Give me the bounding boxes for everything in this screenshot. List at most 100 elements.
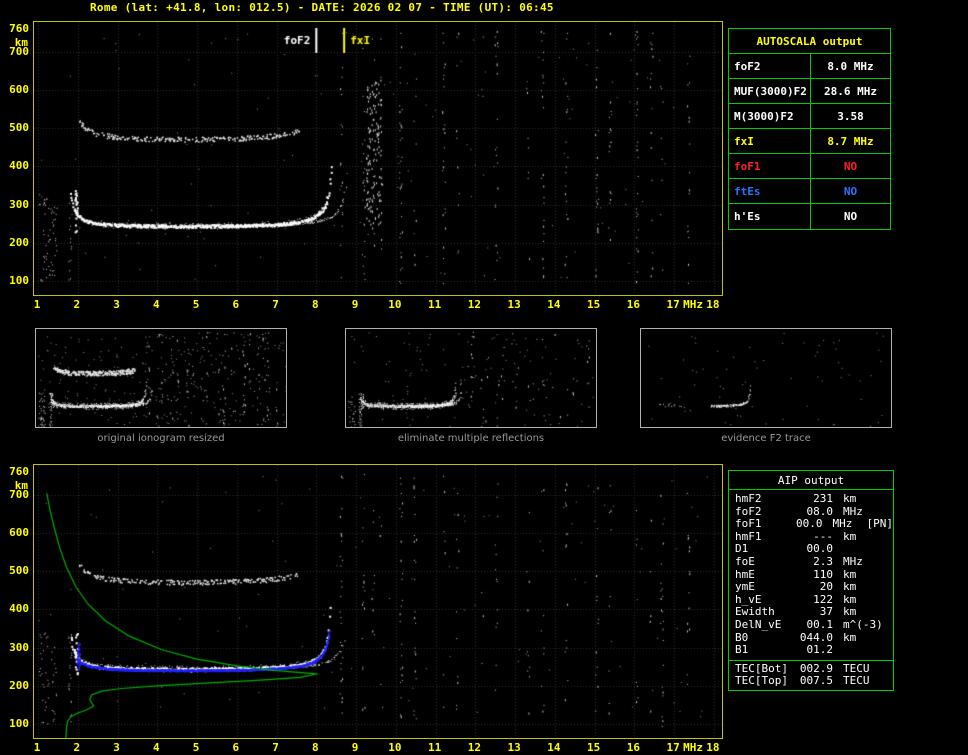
x-tick-label: 16 bbox=[626, 741, 641, 754]
y-tick-label: 100 bbox=[9, 716, 29, 730]
x-tick-label: 8 bbox=[312, 298, 319, 311]
autoscala-row-value: 8.0 MHz bbox=[827, 60, 874, 73]
panel-caption-eliminate: eliminate multiple reflections bbox=[397, 433, 545, 444]
panel-evidence-f2-trace bbox=[640, 328, 892, 428]
x-axis-unit: MHz bbox=[683, 741, 703, 754]
x-tick-label: 6 bbox=[232, 741, 240, 754]
aip-param-value: 007.5 bbox=[799, 674, 833, 688]
panel-original-ionogram bbox=[35, 328, 287, 428]
y-tick-label: 500 bbox=[9, 121, 29, 135]
aip-param-value: 00.1 bbox=[806, 617, 834, 631]
aip-param-name: foE bbox=[735, 554, 755, 568]
y-tick-label: 300 bbox=[9, 640, 29, 654]
autoscala-row-label: fxI bbox=[729, 129, 811, 153]
aip-param-unit: km bbox=[843, 630, 857, 644]
aip-row: foF1 00.0 MHz [PN] bbox=[729, 518, 893, 531]
autoscala-row: M(3000)F2 3.58 bbox=[729, 104, 890, 129]
autoscala-row-label: ftEs bbox=[729, 179, 811, 203]
y-tick-label: 500 bbox=[9, 564, 29, 578]
aip-param-unit bbox=[833, 644, 881, 657]
autoscala-row-label: MUF(3000)F2 bbox=[729, 79, 811, 103]
aip-tec-rows: TEC[Bot] 002.9 TECU TEC[Top] 007.5 TECU bbox=[729, 659, 893, 690]
x-tick-label: 6 bbox=[232, 298, 240, 311]
y-tick-label: 760 bbox=[9, 22, 29, 35]
panel-evidence-f2-trace-canvas bbox=[641, 329, 891, 427]
panel-eliminate-reflections-canvas bbox=[346, 329, 596, 427]
aip-param-name: B1 bbox=[735, 643, 749, 657]
autoscala-row: foF2 8.0 MHz bbox=[729, 54, 890, 79]
autoscala-row-value: NO bbox=[843, 210, 858, 223]
x-tick-label: 14 bbox=[547, 741, 561, 754]
aip-param-unit: MHz bbox=[843, 554, 863, 568]
aip-param-unit: km bbox=[843, 529, 857, 543]
x-tick-label: 3 bbox=[113, 298, 120, 311]
x-tick-label: 3 bbox=[113, 741, 120, 754]
aip-param-unit: km bbox=[843, 492, 857, 505]
x-tick-label: 15 bbox=[587, 741, 601, 754]
aip-param-unit: km bbox=[843, 592, 857, 606]
x-tick-label: 12 bbox=[467, 298, 481, 311]
aip-param-value: 01.2 bbox=[806, 643, 834, 657]
x-tick-label: 5 bbox=[192, 741, 200, 754]
aip-param-name: foF1 bbox=[735, 517, 762, 531]
aip-param-name: hmF2 bbox=[735, 492, 762, 505]
aip-row: ymE 20 km bbox=[729, 581, 893, 594]
aip-param-unit: m^(-3) bbox=[843, 617, 883, 631]
x-tick-label: 16 bbox=[626, 298, 641, 311]
x-tick-label: 12 bbox=[467, 741, 481, 754]
aip-table-rows: hmF2 231 km foF2 08.0 MHz foF1 00.0 MHz [PN] hmF1-… bbox=[729, 492, 893, 657]
autoscala-row: ftEs NO bbox=[729, 179, 890, 204]
autoscala-table-rows: foF2 8.0 MHz MUF(3000)F2 28.6 MHz M(3000)F2 3… bbox=[729, 54, 890, 229]
x-tick-label: 15 bbox=[587, 298, 601, 311]
aip-row: TEC[Top] 007.5 TECU bbox=[729, 675, 893, 688]
y-tick-label: 600 bbox=[9, 83, 29, 97]
aip-param-unit: km bbox=[843, 580, 857, 594]
y-axis-unit: km bbox=[14, 36, 28, 49]
panel-caption-original: original ionogram resized bbox=[97, 433, 225, 444]
aip-param-unit: TECU bbox=[843, 674, 870, 688]
autoscala-row-value: 3.58 bbox=[837, 110, 864, 123]
y-tick-label: 400 bbox=[9, 159, 29, 173]
aip-row: hmF2 231 km bbox=[729, 492, 893, 506]
aip-param-value: 20 bbox=[819, 580, 833, 594]
bottom-ionogram-plot bbox=[33, 464, 723, 739]
autoscala-row: h'Es NO bbox=[729, 204, 890, 229]
y-tick-label: 760 bbox=[9, 465, 29, 478]
autoscala-row-label: h'Es bbox=[729, 204, 811, 229]
x-tick-label: 10 bbox=[388, 298, 402, 311]
x-tick-label: 11 bbox=[427, 741, 442, 754]
x-tick-label: 5 bbox=[192, 298, 200, 311]
panel-eliminate-reflections bbox=[345, 328, 597, 428]
x-tick-label: 2 bbox=[73, 741, 81, 754]
page-title: Rome (lat: +41.8, lon: 012.5) - DATE: 20… bbox=[90, 1, 554, 14]
y-tick-label: 200 bbox=[9, 678, 29, 692]
x-tick-label: 8 bbox=[312, 741, 319, 754]
autoscala-row-value: 28.6 MHz bbox=[824, 85, 877, 98]
y-tick-label: 200 bbox=[9, 235, 29, 249]
autoscala-row-value: 8.7 MHz bbox=[827, 135, 874, 148]
x-axis-unit: MHz bbox=[683, 298, 703, 311]
panel-original-ionogram-canvas bbox=[36, 329, 286, 427]
autoscala-row-value: NO bbox=[843, 185, 858, 198]
y-tick-label: 600 bbox=[9, 526, 29, 540]
bottom-ionogram-canvas bbox=[34, 465, 722, 738]
panel-caption-evidence: evidence F2 trace bbox=[721, 433, 811, 444]
autoscala-row-label: foF1 bbox=[729, 154, 811, 178]
x-tick-label: 13 bbox=[507, 741, 521, 754]
x-tick-label: 4 bbox=[152, 298, 160, 311]
autoscala-row: MUF(3000)F2 28.6 MHz bbox=[729, 79, 890, 104]
aip-row: foE 2.3 MHz bbox=[729, 554, 893, 569]
aip-param-note: [PN] bbox=[866, 517, 894, 531]
top-ionogram-plot bbox=[33, 21, 723, 296]
x-tick-label: 13 bbox=[507, 298, 521, 311]
x-tick-label: 14 bbox=[547, 298, 561, 311]
autoscala-row-label: foF2 bbox=[729, 54, 811, 78]
x-tick-label: 2 bbox=[73, 298, 81, 311]
y-axis-unit: km bbox=[14, 479, 28, 492]
aip-param-unit: MHz bbox=[832, 517, 853, 531]
x-tick-label: 1 bbox=[33, 741, 41, 754]
aip-output-table: AIP output hmF2 231 km foF2 08.0 MHz foF1 00.0 M… bbox=[728, 470, 894, 691]
aip-table-title: AIP output bbox=[729, 471, 893, 490]
y-tick-label: 400 bbox=[9, 602, 29, 616]
aip-param-value: 2.3 bbox=[813, 554, 833, 568]
